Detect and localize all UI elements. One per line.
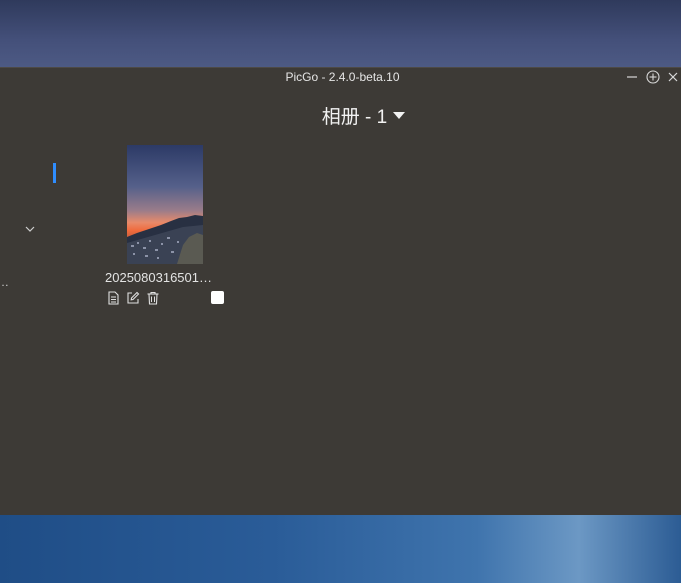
window-title: PicGo - 2.4.0-beta.10: [285, 70, 400, 84]
document-icon: [107, 291, 119, 305]
edit-icon: [127, 291, 140, 304]
sidebar-expand-toggle[interactable]: [24, 222, 36, 234]
album-selector[interactable]: 相册 - 1: [0, 102, 681, 129]
close-icon: [668, 72, 678, 82]
maximize-icon: [646, 70, 660, 84]
desktop-wallpaper-top: [0, 0, 681, 67]
title-bar[interactable]: PicGo - 2.4.0-beta.10: [0, 68, 681, 86]
edit-button[interactable]: [126, 291, 140, 305]
close-button[interactable]: [664, 68, 681, 86]
sidebar-active-indicator: [53, 163, 56, 183]
copy-link-button[interactable]: [106, 291, 120, 305]
image-actions: [106, 291, 160, 307]
delete-button[interactable]: [146, 291, 160, 305]
sidebar-item-label[interactable]: …: [0, 275, 9, 289]
caret-down-icon: [393, 112, 406, 120]
trash-icon: [147, 291, 159, 305]
picgo-window: PicGo - 2.4.0-beta.10 … 相册 - 1: [0, 67, 681, 515]
album-title: 相册 - 1: [321, 107, 388, 128]
minimize-icon: [627, 76, 637, 78]
image-thumbnail[interactable]: [127, 145, 203, 264]
maximize-button[interactable]: [644, 68, 662, 86]
chevron-down-icon: [25, 226, 35, 232]
minimize-button[interactable]: [623, 68, 641, 86]
desktop-wallpaper-bottom: [0, 515, 681, 583]
image-select-checkbox[interactable]: [211, 291, 224, 304]
image-file-name: 2025080316501…: [105, 270, 212, 285]
